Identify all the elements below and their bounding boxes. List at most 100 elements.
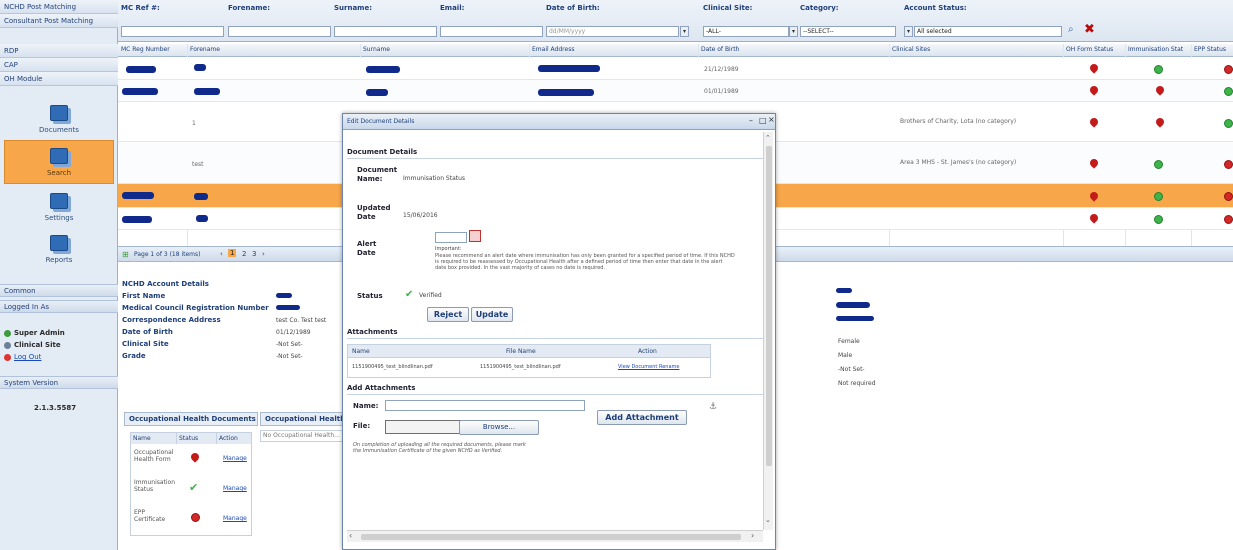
tile-documents[interactable]: Documents — [4, 98, 114, 142]
tab-oh-documents[interactable]: Occupational Health Documents — [124, 412, 258, 426]
table-row[interactable]: 01/01/1989 — [118, 80, 1233, 102]
cell-dob: 01/01/1989 — [704, 88, 739, 95]
calendar-icon[interactable] — [469, 230, 481, 242]
attach-name-label: Name: — [353, 402, 379, 410]
immunisation-ok-icon — [1154, 160, 1163, 169]
address-label: Correspondence Address — [122, 316, 221, 324]
col-forename[interactable]: Forename — [190, 46, 220, 53]
update-button[interactable]: Update — [471, 307, 513, 322]
detail-title: NCHD Account Details — [122, 280, 209, 288]
browse-button[interactable]: Browse... — [459, 420, 539, 435]
clinical-site-select[interactable]: -ALL- — [703, 26, 789, 37]
col-mc-reg[interactable]: MC Reg Number — [121, 46, 170, 53]
surname-input[interactable] — [334, 26, 437, 37]
col-email[interactable]: Email Address — [532, 46, 574, 53]
oh-manage-link[interactable]: Manage — [223, 485, 247, 492]
category-label: Category: — [800, 4, 839, 12]
col-epp-status[interactable]: EPP Status — [1194, 46, 1226, 53]
attachments-section: Attachments — [347, 328, 763, 339]
redacted-forename — [194, 88, 220, 95]
surname-label: Surname: — [334, 4, 373, 12]
right-not-set: -Not Set- — [838, 366, 865, 373]
page-2-button[interactable]: 2 — [242, 250, 246, 258]
scroll-down-icon[interactable]: ⌄ — [765, 516, 771, 524]
oh-doc-name: EPP Certificate — [134, 509, 166, 523]
oh-health-text: No Occupational Health... — [260, 430, 346, 442]
version-value: 2.1.3.5587 — [34, 404, 77, 412]
cell-dob: 21/12/1989 — [704, 66, 739, 73]
scroll-right-icon[interactable]: › — [751, 531, 754, 540]
modal-vertical-scrollbar[interactable]: ⌃ ⌄ — [763, 132, 773, 530]
att-view-link[interactable]: View Document Rename — [618, 364, 679, 370]
scroll-up-icon[interactable]: ⌃ — [765, 134, 771, 142]
mc-ref-input[interactable] — [121, 26, 224, 37]
tile-search[interactable]: Search — [4, 140, 114, 184]
pager-prev-icon[interactable]: ‹ — [220, 250, 223, 258]
table-row[interactable]: 21/12/1989 — [118, 58, 1233, 80]
col-dob[interactable]: Date of Birth — [701, 46, 739, 53]
modal-title: Edit Document Details — [347, 118, 415, 125]
dob-input[interactable]: dd/MM/yyyy — [546, 26, 679, 37]
common-section[interactable]: Common — [0, 284, 118, 297]
dob-detail-label: Date of Birth — [122, 328, 173, 336]
nav-rdp[interactable]: RDP — [0, 44, 118, 58]
clear-search-icon[interactable]: ✖ — [1084, 22, 1095, 37]
nav-nchd-post-matching[interactable]: NCHD Post Matching — [0, 0, 118, 14]
scroll-thumb[interactable] — [766, 146, 772, 466]
close-icon[interactable]: × — [768, 115, 775, 124]
oh-col-status: Status — [177, 433, 217, 444]
site-icon — [4, 342, 11, 349]
epp-no-icon — [1224, 160, 1233, 169]
nav-oh-module[interactable]: OH Module — [0, 72, 118, 86]
col-immunisation-status[interactable]: Immunisation Stat — [1128, 46, 1183, 53]
redacted-forename — [194, 64, 206, 71]
maximize-icon[interactable]: □ — [759, 116, 767, 125]
forename-input[interactable] — [228, 26, 331, 37]
tile-documents-label: Documents — [39, 126, 79, 134]
nav-cap[interactable]: CAP — [0, 58, 118, 72]
redacted-mc-reg — [126, 66, 156, 73]
account-status-dropdown-icon[interactable]: ▾ — [904, 26, 913, 37]
completion-note: On completion of uploading all the requi… — [353, 442, 526, 454]
pager-text: Page 1 of 3 (18 items) — [134, 251, 201, 258]
email-label: Email: — [440, 4, 465, 12]
export-icon[interactable]: ⊞ — [122, 250, 129, 259]
oh-manage-link[interactable]: Manage — [223, 515, 247, 522]
modal-horizontal-scrollbar[interactable]: ‹ › — [347, 530, 763, 542]
updated-date-label: Updated Date — [357, 204, 391, 221]
nav-consultant-post-matching[interactable]: Consultant Post Matching — [0, 14, 118, 28]
category-select[interactable]: --SELECT-- — [800, 26, 896, 37]
search-icon-button[interactable]: ⌕ — [1068, 24, 1074, 35]
tab-oh-health[interactable]: Occupational Health — [260, 412, 350, 426]
hscroll-thumb[interactable] — [361, 534, 741, 540]
redacted-mc-reg — [122, 192, 154, 199]
oh-status-pin-icon — [1088, 212, 1100, 224]
attach-name-input[interactable] — [385, 400, 585, 411]
oh-doc-name: Immunisation Status — [134, 479, 176, 493]
dob-calendar-button[interactable]: ▾ — [680, 26, 689, 37]
pager-next-icon[interactable]: › — [262, 250, 265, 258]
clinical-site-dropdown-icon[interactable]: ▾ — [789, 26, 798, 37]
col-oh-form-status[interactable]: OH Form Status — [1066, 46, 1113, 53]
att-name: 1151900495_test_blindlinan.pdf — [352, 364, 433, 370]
tile-reports[interactable]: Reports — [4, 228, 114, 272]
email-input[interactable] — [440, 26, 543, 37]
col-surname[interactable]: Surname — [363, 46, 390, 53]
logout-link[interactable]: Log Out — [14, 353, 41, 361]
col-clinical-sites[interactable]: Clinical Sites — [892, 46, 930, 53]
oh-manage-link[interactable]: Manage — [223, 455, 247, 462]
oh-doc-name: Occupational Health Form — [134, 449, 174, 463]
tile-settings[interactable]: Settings — [4, 186, 114, 230]
page-1-button[interactable]: 1 — [228, 249, 237, 257]
alert-date-input[interactable] — [435, 232, 467, 243]
reject-button[interactable]: Reject — [427, 307, 469, 322]
left-sidebar: NCHD Post Matching Consultant Post Match… — [0, 0, 118, 550]
page-3-button[interactable]: 3 — [252, 250, 256, 258]
minimize-icon[interactable]: – — [749, 116, 753, 125]
account-status-select[interactable]: All selected — [914, 26, 1062, 37]
add-attachment-button[interactable]: Add Attachment — [597, 410, 687, 425]
modal-titlebar[interactable]: Edit Document Details – □ × — [343, 114, 775, 130]
scroll-left-icon[interactable]: ‹ — [349, 531, 352, 540]
attachment-row[interactable]: 1151900495_test_blindlinan.pdf 115190049… — [347, 358, 711, 378]
logout-icon — [4, 354, 11, 361]
